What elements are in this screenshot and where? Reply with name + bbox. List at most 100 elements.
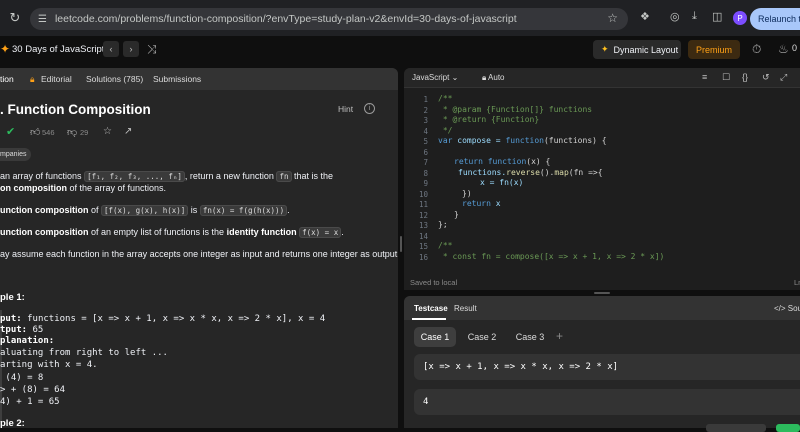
streak-count: 0 [792, 43, 798, 53]
description-line-4: unction composition of an empty list of … [0, 227, 344, 238]
tab-solutions[interactable]: Solutions (785) [86, 74, 143, 84]
code-line[interactable]: return function(x) { [454, 157, 550, 166]
companies-tag[interactable]: mpanies [0, 148, 32, 161]
code-editor-panel: JavaScript ⌄ 🔒︎ Auto ≡ ☐ {} ↺ ⤢ 1 2 3 4 … [404, 68, 800, 290]
tab-submissions[interactable]: Submissions [153, 74, 201, 84]
url-text: leetcode.com/problems/function-compositi… [54, 13, 517, 25]
example-1-expl-line: 4) + 1 = 65 [0, 397, 60, 407]
description-line-5: ay assume each function in the array acc… [0, 249, 398, 259]
code-line[interactable]: }) [462, 189, 472, 198]
tab-editorial[interactable]: Editorial [41, 74, 72, 84]
download-icon[interactable]: ⤓ [692, 10, 697, 23]
dynamic-layout-button[interactable]: ✦ Dynamic Layout [593, 40, 681, 59]
editor-toolbar: JavaScript ⌄ 🔒︎ Auto ≡ ☐ {} ↺ ⤢ [404, 68, 800, 88]
source-button[interactable]: </> Sourc [774, 304, 800, 313]
example-1-expl-line: arting with x = 4. [0, 360, 98, 370]
example-1-output: tput: 65 [0, 325, 44, 335]
streak-flame-icon[interactable]: ♨ [778, 42, 789, 56]
code-line[interactable]: }; [438, 220, 448, 229]
line-number: 2 [423, 105, 428, 115]
format-braces-icon[interactable]: {} [742, 72, 748, 82]
run-button[interactable] [706, 424, 766, 432]
problem-title: . Function Composition [0, 102, 151, 117]
tab-testcase[interactable]: Testcase [414, 304, 448, 313]
problem-panel: tion 🔒︎ Editorial Solutions (785) Submis… [0, 68, 398, 428]
thumbs-up-icon[interactable]: 👍︎ [30, 126, 40, 138]
tab-description[interactable]: tion [0, 74, 14, 84]
reset-icon[interactable]: ↺ [762, 72, 770, 83]
extensions-icon[interactable]: ❖ [640, 10, 650, 23]
tab-result[interactable]: Result [454, 304, 477, 313]
relaunch-button[interactable]: Relaunch to u [750, 8, 800, 30]
hint-button[interactable]: Hint [338, 104, 353, 114]
notes-icon[interactable]: ≡ [702, 72, 707, 82]
sparkle-icon: ✦ [601, 44, 609, 54]
expand-icon[interactable]: ⤢ [780, 72, 787, 83]
add-case-button[interactable]: + [556, 329, 563, 343]
code-line[interactable]: */ [438, 126, 453, 135]
problem-tabs: tion 🔒︎ Editorial Solutions (785) Submis… [0, 68, 398, 90]
line-number: 15 [418, 242, 428, 251]
premium-button[interactable]: Premium [688, 40, 740, 59]
code-line[interactable]: * const fn = compose([x => x + 1, x => 2… [438, 252, 665, 261]
reload-icon[interactable]: ↻ [6, 9, 24, 27]
code-line[interactable]: * @param {Function[]} functions [438, 105, 592, 114]
side-panel-icon[interactable]: ◫ [712, 10, 722, 23]
prev-problem-button[interactable]: ‹ [103, 41, 119, 57]
x-input[interactable]: 4 [414, 389, 800, 415]
testcase-tabs: Testcase Result </> Sourc [404, 296, 800, 320]
example-1-expl-line: > + (8) = 64 [0, 385, 66, 395]
profile-avatar[interactable]: P [733, 11, 747, 25]
line-number: 7 [423, 158, 428, 167]
study-plan-icon: ✦ [0, 42, 11, 56]
line-number: 16 [418, 252, 428, 262]
case-1-tab[interactable]: Case 1 [414, 327, 456, 347]
line-number: 3 [423, 116, 428, 125]
description-line-2: on composition of the array of functions… [0, 183, 167, 193]
favorite-star-icon[interactable]: ☆ [103, 126, 112, 137]
code-line[interactable]: /** [438, 94, 452, 103]
active-tab-indicator [412, 318, 446, 320]
line-number: 10 [418, 189, 428, 199]
functions-input[interactable]: [x => x + 1, x => x * x, x => 2 * x] [414, 354, 800, 380]
hint-icon[interactable]: i [364, 103, 375, 114]
case-3-tab[interactable]: Case 3 [510, 327, 550, 347]
dislike-count: 29 [80, 128, 89, 137]
thumbs-down-icon[interactable]: 👎︎ [67, 126, 77, 138]
description-line-3: unction composition of [f(x), g(x), h(x)… [0, 205, 290, 216]
next-problem-button[interactable]: › [123, 41, 139, 57]
example-1-expl-line: (4) = 8 [0, 373, 44, 383]
line-number: 12 [418, 210, 428, 220]
code-line[interactable]: /** [438, 241, 452, 250]
submit-button[interactable] [776, 424, 800, 432]
example-1-expl-line: aluating from right to left ... [0, 348, 168, 358]
line-number: 9 [423, 179, 428, 188]
site-info-icon[interactable]: ☰ [38, 14, 47, 25]
saved-status: Saved to local [410, 278, 458, 287]
language-select[interactable]: JavaScript ⌄ [412, 73, 458, 82]
line-number: 1 [423, 95, 428, 104]
address-bar[interactable]: ☰ leetcode.com/problems/function-composi… [30, 8, 628, 30]
code-line[interactable]: * @return {Function} [438, 115, 539, 124]
line-number: 6 [423, 147, 428, 157]
line-number: 4 [423, 126, 428, 136]
code-line[interactable]: var compose = function(functions) { [438, 136, 607, 145]
example-1-explanation-label: planation: [0, 336, 55, 346]
timer-icon[interactable]: ⏱ [752, 42, 761, 57]
code-line[interactable]: functions.reverse().map(fn =>{ [458, 168, 603, 177]
case-2-tab[interactable]: Case 2 [462, 327, 502, 347]
solved-check-icon: ✔ [6, 126, 16, 138]
bookmark-icon[interactable]: ☐ [722, 72, 730, 83]
auto-mode-toggle[interactable]: 🔒︎ Auto [482, 73, 505, 83]
code-line[interactable]: return x [462, 199, 501, 208]
chrome-labs-icon[interactable]: ◎ [670, 10, 680, 23]
like-count: 546 [42, 128, 55, 137]
example-2-heading: ple 2: [0, 418, 25, 428]
study-plan-title[interactable]: 30 Days of JavaScript [12, 44, 104, 55]
bookmark-star-icon[interactable]: ☆ [607, 11, 618, 25]
share-icon[interactable]: ↗ [124, 126, 132, 137]
shuffle-icon[interactable]: ⤨ [147, 42, 157, 57]
code-line[interactable]: } [454, 210, 459, 219]
code-line[interactable]: x = fn(x) [480, 178, 523, 187]
cursor-position: Ln [794, 278, 800, 287]
